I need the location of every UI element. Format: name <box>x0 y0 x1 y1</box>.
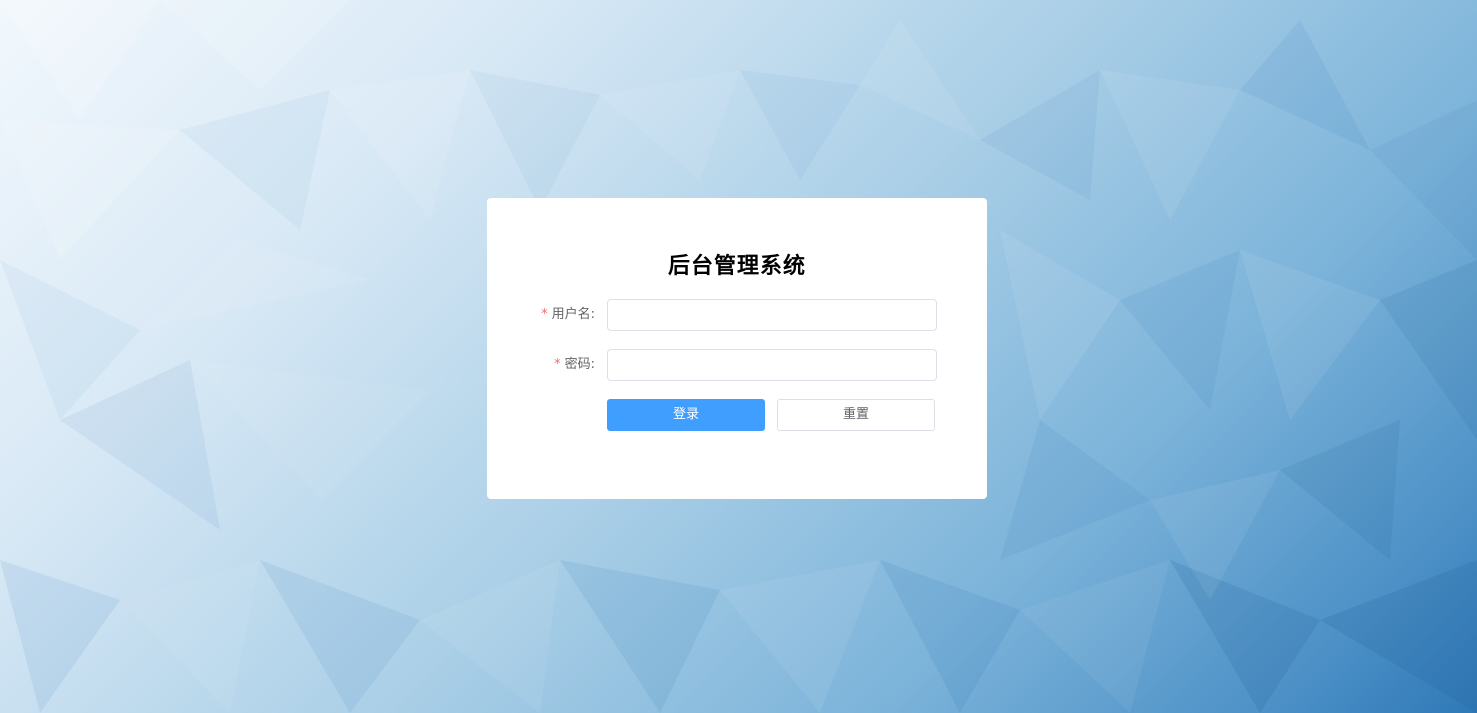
login-card: 后台管理系统 * 用户名: * 密码: 登录 重置 <box>487 198 987 499</box>
password-input[interactable] <box>607 349 937 381</box>
username-row: * 用户名: <box>487 299 987 331</box>
button-row: 登录 重置 <box>487 399 987 431</box>
page-title: 后台管理系统 <box>667 254 806 279</box>
login-button[interactable]: 登录 <box>607 399 765 431</box>
password-label: * 密码: <box>554 349 595 381</box>
password-row: * 密码: <box>487 349 987 381</box>
reset-button[interactable]: 重置 <box>777 399 935 431</box>
required-mark: * <box>554 357 561 372</box>
username-label: * 用户名: <box>541 299 595 331</box>
username-label-text: 用户名: <box>551 307 595 322</box>
required-mark: * <box>541 307 548 322</box>
password-label-text: 密码: <box>564 357 595 372</box>
username-input[interactable] <box>607 299 937 331</box>
